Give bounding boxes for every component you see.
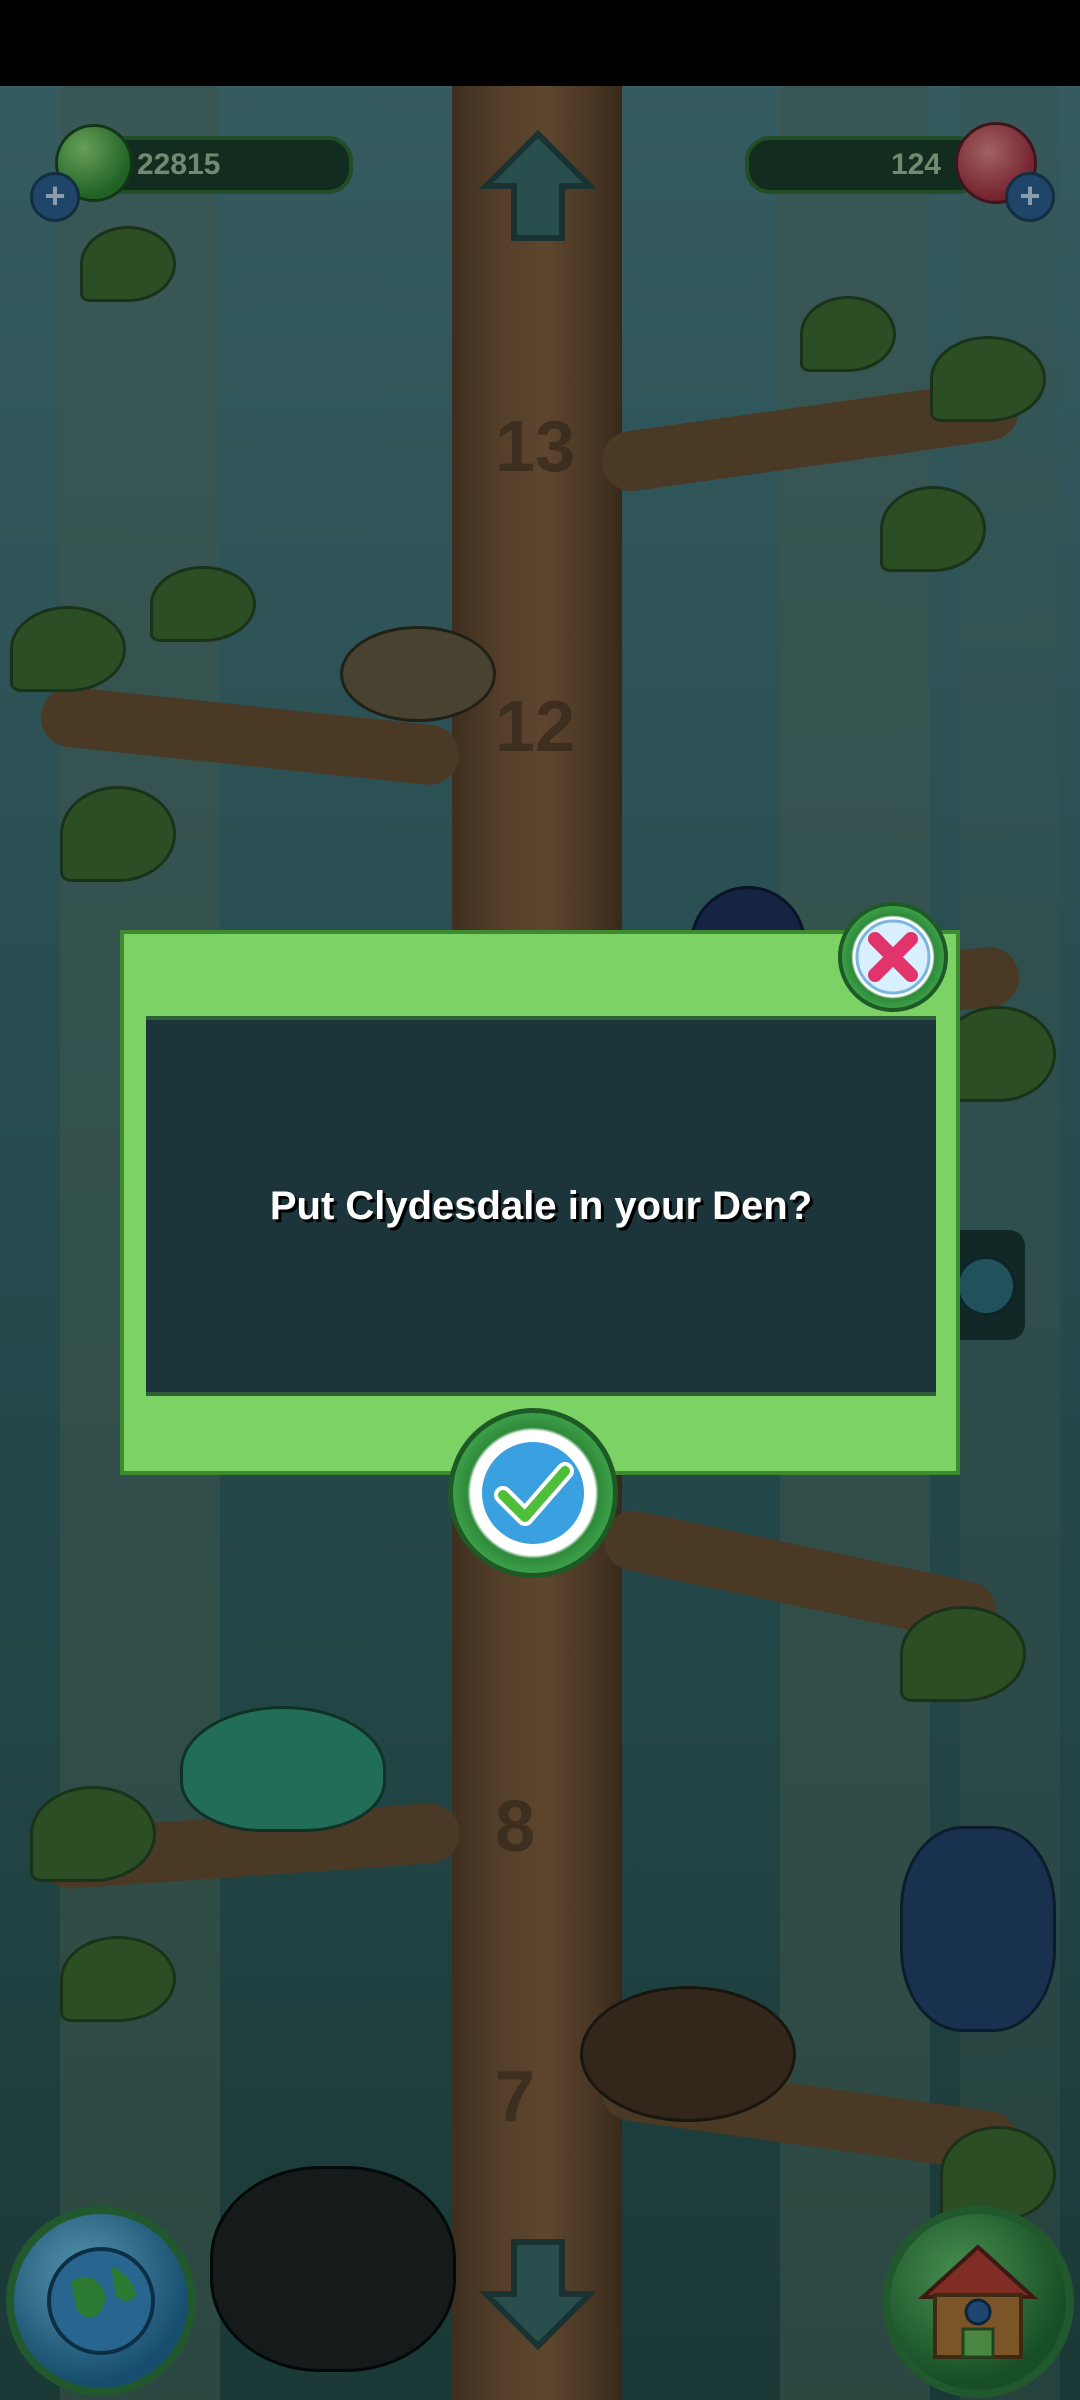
dialog-panel: Put Clydesdale in your Den? <box>146 1016 936 1396</box>
confirm-button[interactable] <box>448 1408 618 1578</box>
dialog-message: Put Clydesdale in your Den? <box>269 1183 813 1228</box>
close-icon <box>855 919 931 995</box>
check-icon <box>476 1436 590 1550</box>
status-bar <box>0 0 1080 86</box>
close-button[interactable] <box>838 902 948 1012</box>
confirm-dialog: Put Clydesdale in your Den? <box>120 930 960 1475</box>
